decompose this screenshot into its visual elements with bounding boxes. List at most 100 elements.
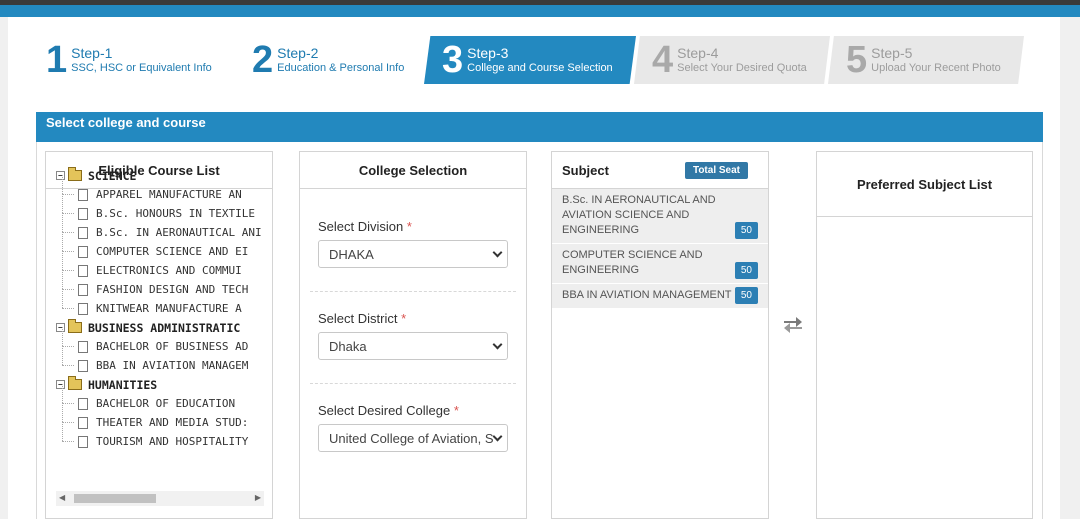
tree-item[interactable]: TOURISM AND HOSPITALITY <box>56 422 264 451</box>
document-icon <box>78 359 88 372</box>
tree-item-label: FASHION DESIGN AND TECH <box>96 283 249 296</box>
document-icon <box>78 264 88 277</box>
section-title: Select college and course <box>36 112 1043 142</box>
step-1-number: 1 <box>46 39 68 81</box>
document-icon <box>78 397 88 410</box>
college-label: Select Desired College * <box>318 403 459 418</box>
tree-category-label: HUMANITIES <box>88 377 158 392</box>
chevron-down-icon <box>492 247 503 258</box>
tree-item[interactable]: BBA IN AVIATION MANAGEM <box>56 346 264 375</box>
tree-item-label: COMPUTER SCIENCE AND EI <box>96 245 249 258</box>
folder-icon <box>68 376 82 390</box>
tree-category[interactable]: − BUSINESS ADMINISTRATIC <box>56 318 264 337</box>
step-1-subtitle: SSC, HSC or Equivalent Info <box>71 61 212 74</box>
tree-item[interactable]: BACHELOR OF EDUCATION <box>56 384 264 413</box>
subject-header: Subject Total Seat <box>552 152 768 189</box>
subject-item[interactable]: BBA IN AVIATION MANAGEMENT 50 <box>552 284 768 309</box>
tree-item[interactable]: THEATER AND MEDIA STUD: <box>56 403 264 432</box>
tree-item[interactable]: COMPUTER SCIENCE AND EI <box>56 232 264 261</box>
step-3-number: 3 <box>442 39 464 81</box>
seat-count-badge: 50 <box>734 287 758 304</box>
step-3-title: Step-3 <box>467 44 509 61</box>
seat-count-badge: 50 <box>734 262 758 279</box>
total-seat-badge: Total Seat <box>684 161 748 179</box>
step-5[interactable]: 5 Step-5 Upload Your Recent Photo <box>828 36 1024 84</box>
document-icon <box>78 188 88 201</box>
tree-item[interactable]: B.Sc. HONOURS IN TEXTILE <box>56 194 264 223</box>
document-icon <box>78 245 88 258</box>
step-2-subtitle: Education & Personal Info <box>277 61 405 74</box>
folder-icon <box>68 319 82 333</box>
division-label-text: Select Division <box>318 219 404 234</box>
subject-panel: Subject Total Seat B.Sc. IN AERONAUTICAL… <box>551 151 769 519</box>
required-mark: * <box>401 311 407 326</box>
seat-count-badge: 50 <box>734 222 758 239</box>
scroll-left-icon[interactable]: ◀ <box>59 493 65 502</box>
tree-item-label: BACHELOR OF BUSINESS AD <box>96 340 249 353</box>
tree-item[interactable]: B.Sc. IN AERONAUTICAL ANI <box>56 213 264 242</box>
subject-title: Subject <box>562 162 609 178</box>
step-5-title: Step-5 <box>871 44 913 61</box>
subject-name: BBA IN AVIATION MANAGEMENT <box>562 289 732 301</box>
tree-item[interactable]: APPAREL MANUFACTURE AN <box>56 175 264 204</box>
step-wizard: 1 Step-1 SSC, HSC or Equivalent Info 2 S… <box>0 0 1080 90</box>
college-label-text: Select Desired College <box>318 403 451 418</box>
tree-item[interactable]: ELECTRONICS AND COMMUI <box>56 251 264 280</box>
tree-category[interactable]: − HUMANITIES <box>56 375 264 394</box>
document-icon <box>78 226 88 239</box>
course-tree: − SCIENCE APPAREL MANUFACTURE AN B.Sc. HONO… <box>56 166 264 466</box>
document-icon <box>78 283 88 296</box>
chevron-down-icon <box>492 431 503 442</box>
folder-icon <box>68 167 82 181</box>
document-icon <box>78 435 88 448</box>
tree-item-label: THEATER AND MEDIA STUD: <box>96 416 249 429</box>
subject-item[interactable]: B.Sc. IN AERONAUTICAL AND AVIATION SCIEN… <box>552 189 768 244</box>
tree-item-label: BACHELOR OF EDUCATION <box>96 397 236 410</box>
divider <box>310 291 516 292</box>
chevron-down-icon <box>492 339 503 350</box>
college-value: United College of Aviation, S <box>329 431 494 446</box>
tree-item-label: B.Sc. HONOURS IN TEXTILE <box>96 207 255 220</box>
swap-arrows-icon[interactable] <box>782 315 804 333</box>
college-selection-title: College Selection <box>300 152 526 189</box>
step-2[interactable]: 2 Step-2 Education & Personal Info <box>252 36 404 84</box>
tree-category[interactable]: − SCIENCE <box>56 166 264 185</box>
document-icon <box>78 340 88 353</box>
preferred-subject-panel: Preferred Subject List <box>816 151 1033 519</box>
document-icon <box>78 207 88 220</box>
tree-item-label: B.Sc. IN AERONAUTICAL ANI <box>96 226 262 239</box>
subject-list: B.Sc. IN AERONAUTICAL AND AVIATION SCIEN… <box>552 189 768 309</box>
tree-item-label: BBA IN AVIATION MANAGEM <box>96 359 249 372</box>
step-2-number: 2 <box>252 39 274 81</box>
college-select[interactable]: United College of Aviation, S <box>318 424 508 452</box>
step-2-title: Step-2 <box>277 44 319 61</box>
district-label: Select District * <box>318 311 406 326</box>
tree-item[interactable]: KNITWEAR MANUFACTURE A <box>56 289 264 318</box>
step-3[interactable]: 3 Step-3 College and Course Selection <box>424 36 636 84</box>
step-1-title: Step-1 <box>71 44 113 61</box>
scrollbar-thumb[interactable] <box>74 494 156 503</box>
tree-item[interactable]: BACHELOR OF BUSINESS AD <box>56 327 264 356</box>
scroll-right-icon[interactable]: ▶ <box>255 493 261 502</box>
document-icon <box>78 302 88 315</box>
required-mark: * <box>406 219 412 234</box>
tree-item[interactable]: FASHION DESIGN AND TECH <box>56 270 264 299</box>
collapse-icon[interactable]: − <box>56 380 65 389</box>
district-select[interactable]: Dhaka <box>318 332 508 360</box>
step-4[interactable]: 4 Step-4 Select Your Desired Quota <box>634 36 830 84</box>
district-value: Dhaka <box>329 339 367 354</box>
collapse-icon[interactable]: − <box>56 323 65 332</box>
district-label-text: Select District <box>318 311 398 326</box>
subject-item[interactable]: COMPUTER SCIENCE AND ENGINEERING 50 <box>552 244 768 284</box>
division-select[interactable]: DHAKA <box>318 240 508 268</box>
tree-category-label: SCIENCE <box>88 168 137 183</box>
horizontal-scrollbar[interactable]: ◀ ▶ <box>56 491 264 506</box>
tree-item-label: APPAREL MANUFACTURE AN <box>96 188 242 201</box>
collapse-icon[interactable]: − <box>56 171 65 180</box>
college-selection-panel: College Selection Select Division * DHAK… <box>299 151 527 519</box>
step-1[interactable]: 1 Step-1 SSC, HSC or Equivalent Info <box>46 36 212 84</box>
division-value: DHAKA <box>329 247 374 262</box>
division-label: Select Division * <box>318 219 412 234</box>
step-5-subtitle: Upload Your Recent Photo <box>871 61 1001 74</box>
divider <box>310 383 516 384</box>
